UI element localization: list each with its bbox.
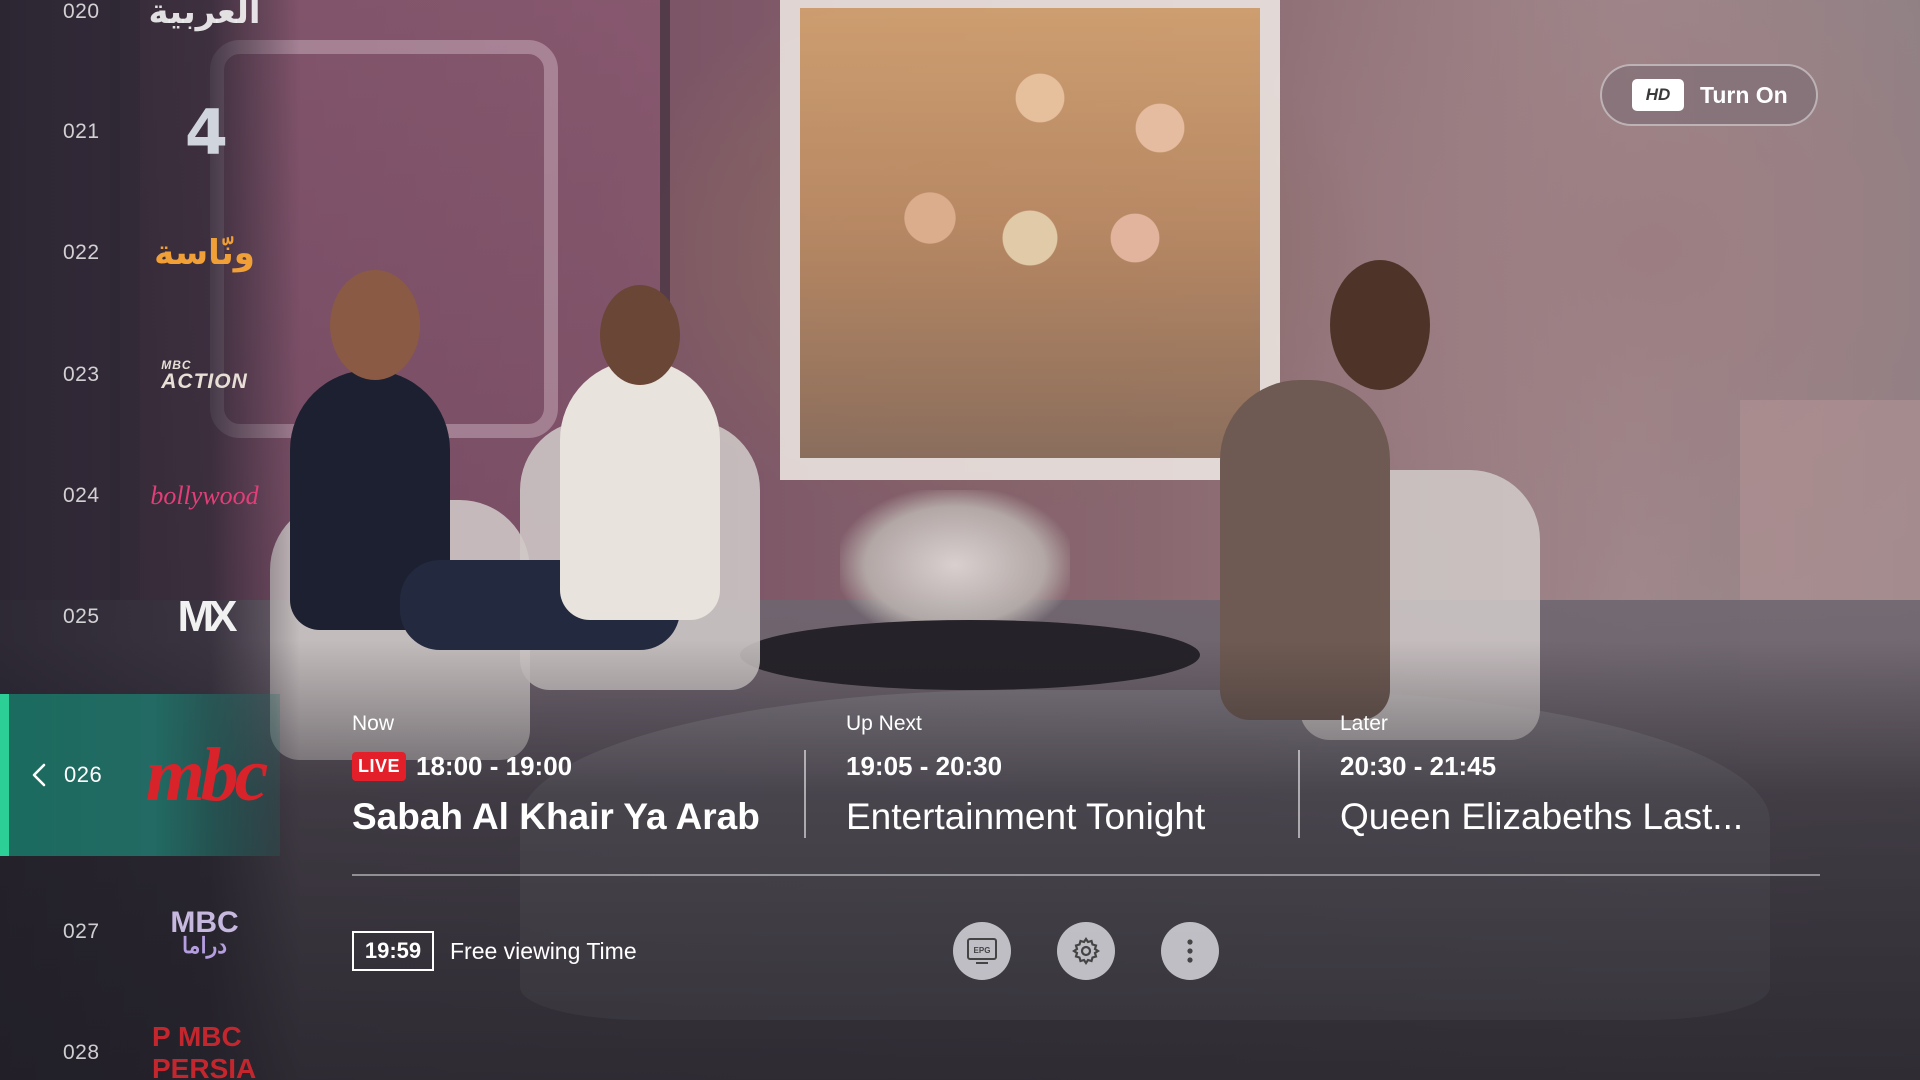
channel-number: 020 — [63, 0, 100, 23]
gear-icon — [1072, 937, 1100, 965]
more-vertical-icon — [1187, 939, 1193, 963]
free-viewing-timer: 19:59 — [352, 931, 434, 971]
channel-row-026-selected[interactable]: 026 mbc — [0, 694, 280, 856]
channel-row-028[interactable]: 028 P MBC PERSIA — [0, 1008, 280, 1080]
more-options-button[interactable] — [1161, 922, 1219, 980]
program-later[interactable]: Later 20:30 - 21:45 Queen Elizabeths Las… — [1340, 710, 1743, 840]
mbc-drama-plus-logo-icon: MBC دراما — [152, 903, 257, 961]
epg-icon-text: EPG — [974, 946, 991, 955]
channel-number: 026 — [64, 762, 103, 787]
program-time: 19:05 - 20:30 — [846, 750, 1003, 781]
live-badge: LIVE — [352, 751, 407, 781]
channel-number: 024 — [63, 484, 100, 507]
mbc-action-logo-icon: MBC ACTION — [152, 346, 257, 404]
divider — [1298, 750, 1300, 838]
al-arabiya-logo-icon: العربية — [148, 0, 261, 32]
tv-player-screen: 020 العربية 021 4 022 ونّاسة 023 MBC ACT… — [0, 0, 1920, 1080]
channel-number: 027 — [63, 920, 100, 943]
program-title: Sabah Al Khair Ya Arab — [352, 796, 760, 837]
hd-label: Turn On — [1700, 81, 1788, 108]
info-divider — [352, 874, 1820, 876]
epg-button[interactable]: EPG — [953, 922, 1011, 980]
channel-row-024[interactable]: 024 bollywood — [0, 451, 280, 541]
mbc-persia-logo-icon: P MBC PERSIA — [152, 1021, 257, 1080]
mbc-bollywood-logo-icon: bollywood — [150, 481, 259, 510]
hd-icon: HD — [1632, 79, 1684, 111]
channel-row-021[interactable]: 021 4 — [0, 87, 280, 177]
mbc4-logo-icon: 4 — [184, 95, 228, 169]
hd-turn-on-button[interactable]: HD Turn On — [1600, 64, 1818, 126]
channel-row-025[interactable]: 025 MX — [0, 572, 280, 662]
info-shade — [0, 640, 1920, 1080]
mbc1-logo-icon: mbc — [145, 733, 269, 817]
channel-rail[interactable]: 020 العربية 021 4 022 ونّاسة 023 MBC ACT… — [0, 0, 280, 1080]
free-viewing-label: Free viewing Time — [450, 938, 637, 964]
slot-label: Up Next — [846, 712, 922, 735]
wanasah-logo-icon: ونّاسة — [154, 233, 255, 273]
program-title: Queen Elizabeths Last... — [1340, 796, 1744, 837]
channel-number: 025 — [63, 605, 100, 628]
channel-number: 021 — [63, 120, 100, 143]
program-up-next[interactable]: Up Next 19:05 - 20:30 Entertainment Toni… — [846, 710, 1205, 840]
program-now[interactable]: Now LIVE 18:00 - 19:00 Sabah Al Khair Ya… — [352, 710, 760, 840]
settings-button[interactable] — [1057, 922, 1115, 980]
channel-number: 028 — [63, 1041, 100, 1064]
program-time: 20:30 - 21:45 — [1340, 750, 1497, 781]
slot-label: Now — [352, 712, 395, 735]
channel-row-020[interactable]: 020 العربية — [0, 0, 280, 57]
logo-main: ACTION — [161, 369, 248, 393]
chevron-left-icon[interactable] — [30, 762, 48, 788]
channel-number: 023 — [63, 363, 100, 386]
channel-number: 022 — [63, 241, 100, 264]
channel-row-027[interactable]: 027 MBC دراما — [0, 887, 280, 977]
program-title: Entertainment Tonight — [846, 796, 1206, 837]
mbc-max-logo-icon: MX — [177, 592, 238, 641]
channel-row-022[interactable]: 022 ونّاسة — [0, 208, 280, 298]
slot-label: Later — [1340, 712, 1388, 735]
divider — [804, 750, 806, 838]
epg-icon: EPG — [967, 938, 997, 964]
channel-row-023[interactable]: 023 MBC ACTION — [0, 330, 280, 420]
program-time: 18:00 - 19:00 — [416, 750, 573, 781]
